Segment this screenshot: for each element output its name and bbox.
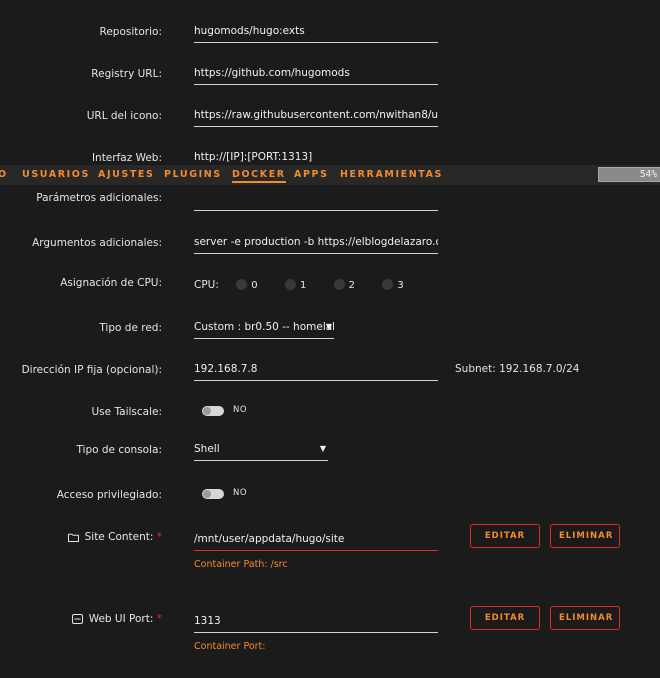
tailscale-row: Use Tailscale: NO — [0, 402, 660, 426]
site-content-delete-button[interactable]: ELIMINAR — [550, 524, 620, 548]
site-content-container-path: Container Path: /src — [194, 559, 288, 570]
chevron-down-icon: ▼ — [319, 444, 326, 453]
required-mark: * — [156, 613, 162, 625]
cpu-2-label: 2 — [348, 280, 356, 291]
web-ui-port-container-port: Container Port: — [194, 641, 266, 652]
args-label: Argumentos adicionales: — [32, 237, 162, 249]
web-ui-port-delete-button[interactable]: ELIMINAR — [550, 606, 620, 630]
privilegiado-row: Acceso privilegiado: NO — [0, 485, 660, 509]
web-ui-port-input[interactable]: 1313 — [194, 612, 438, 633]
privilegiado-state: NO — [233, 488, 248, 498]
ip-row: Dirección IP fija (opcional): 192.168.7.… — [0, 360, 660, 384]
web-ui-port-edit-button[interactable]: EDITAR — [470, 606, 540, 630]
icono-row: URL del icono: https://raw.githubusercon… — [0, 106, 660, 130]
registry-row: Registry URL: https://github.com/hugomod… — [0, 64, 660, 88]
site-content-label-text: Site Content: — [84, 531, 154, 543]
cpu-2-checkbox[interactable] — [333, 279, 345, 290]
params-row: Parámetros adicionales: — [0, 190, 660, 214]
args-input[interactable]: server -e production -b https://elblogde… — [194, 233, 438, 254]
site-content-label: Site Content: * — [67, 531, 162, 543]
consola-label: Tipo de consola: — [76, 444, 162, 456]
repositorio-input[interactable]: hugomods/hugo:exts — [194, 22, 438, 43]
tailscale-toggle[interactable] — [202, 406, 224, 416]
cpu-prefix: CPU: — [194, 279, 219, 291]
web-ui-port-row: Web UI Port: * 1313 Container Port: EDIT… — [0, 606, 660, 652]
red-select[interactable]: Custom : br0.50 -- homelab ▼ — [194, 318, 334, 339]
ip-label: Dirección IP fija (opcional): — [21, 364, 162, 376]
consola-row: Tipo de consola: Shell ▼ — [0, 440, 660, 464]
repositorio-row: Repositorio: hugomods/hugo:exts — [0, 22, 660, 46]
web-ui-port-label-text: Web UI Port: — [88, 613, 154, 625]
site-content-edit-button[interactable]: EDITAR — [470, 524, 540, 548]
nav-item-apps[interactable]: APPS — [294, 169, 329, 180]
cpu-row: Asignación de CPU: CPU: 0 1 2 3 — [0, 277, 660, 301]
progress-label: 54% — [639, 169, 657, 180]
icono-label: URL del icono: — [86, 110, 162, 122]
args-row: Argumentos adicionales: server -e produc… — [0, 233, 660, 257]
params-label: Parámetros adicionales: — [36, 192, 162, 204]
site-content-input[interactable]: /mnt/user/appdata/hugo/site — [194, 530, 438, 551]
cpu-options: CPU: 0 1 2 3 — [194, 276, 418, 295]
registry-label: Registry URL: — [91, 68, 162, 80]
params-input[interactable] — [194, 190, 438, 211]
nav-item-herramientas[interactable]: HERRAMIENTAS — [340, 169, 443, 180]
web-ui-port-label: Web UI Port: * — [71, 613, 162, 625]
port-icon — [71, 614, 83, 624]
nav-item-plugins[interactable]: PLUGINS — [164, 169, 222, 180]
cpu-3-label: 3 — [397, 280, 404, 291]
cpu-1-label: 1 — [299, 280, 307, 291]
cpu-0-checkbox[interactable] — [236, 279, 248, 290]
cpu-1-checkbox[interactable] — [284, 279, 296, 290]
tailscale-state: NO — [233, 405, 248, 415]
registry-input[interactable]: https://github.com/hugomods — [194, 64, 438, 85]
consola-select-value: Shell — [194, 443, 220, 455]
required-mark: * — [156, 531, 162, 543]
webui-label: Interfaz Web: — [91, 152, 162, 164]
tailscale-label: Use Tailscale: — [91, 406, 163, 418]
privilegiado-label: Acceso privilegiado: — [56, 489, 162, 501]
red-row: Tipo de red: Custom : br0.50 -- homelab … — [0, 318, 660, 342]
repositorio-label: Repositorio: — [99, 26, 163, 38]
red-select-value: Custom : br0.50 -- homelab — [194, 321, 334, 333]
privilegiado-toggle[interactable] — [202, 489, 224, 499]
folder-icon — [67, 533, 79, 542]
cpu-3-checkbox[interactable] — [382, 279, 394, 290]
site-content-row: Site Content: * /mnt/user/appdata/hugo/s… — [0, 524, 660, 570]
chevron-down-icon: ▼ — [325, 322, 332, 331]
ip-input[interactable]: 192.168.7.8 — [194, 360, 438, 381]
red-label: Tipo de red: — [99, 322, 162, 334]
nav-item-partial[interactable]: O — [0, 169, 8, 180]
progress-indicator: 54% — [598, 167, 660, 182]
cpu-label: Asignación de CPU: — [60, 277, 162, 289]
icono-input[interactable]: https://raw.githubusercontent.com/nwitha… — [194, 106, 438, 127]
top-nav: O USUARIOS AJUSTES PLUGINS DOCKER APPS H… — [0, 165, 660, 185]
nav-item-docker[interactable]: DOCKER — [232, 169, 286, 183]
cpu-0-label: 0 — [251, 280, 258, 291]
subnet-text: Subnet: 192.168.7.0/24 — [455, 363, 580, 375]
nav-item-usuarios[interactable]: USUARIOS — [22, 169, 90, 180]
consola-select[interactable]: Shell ▼ — [194, 440, 328, 461]
nav-item-ajustes[interactable]: AJUSTES — [98, 169, 154, 180]
